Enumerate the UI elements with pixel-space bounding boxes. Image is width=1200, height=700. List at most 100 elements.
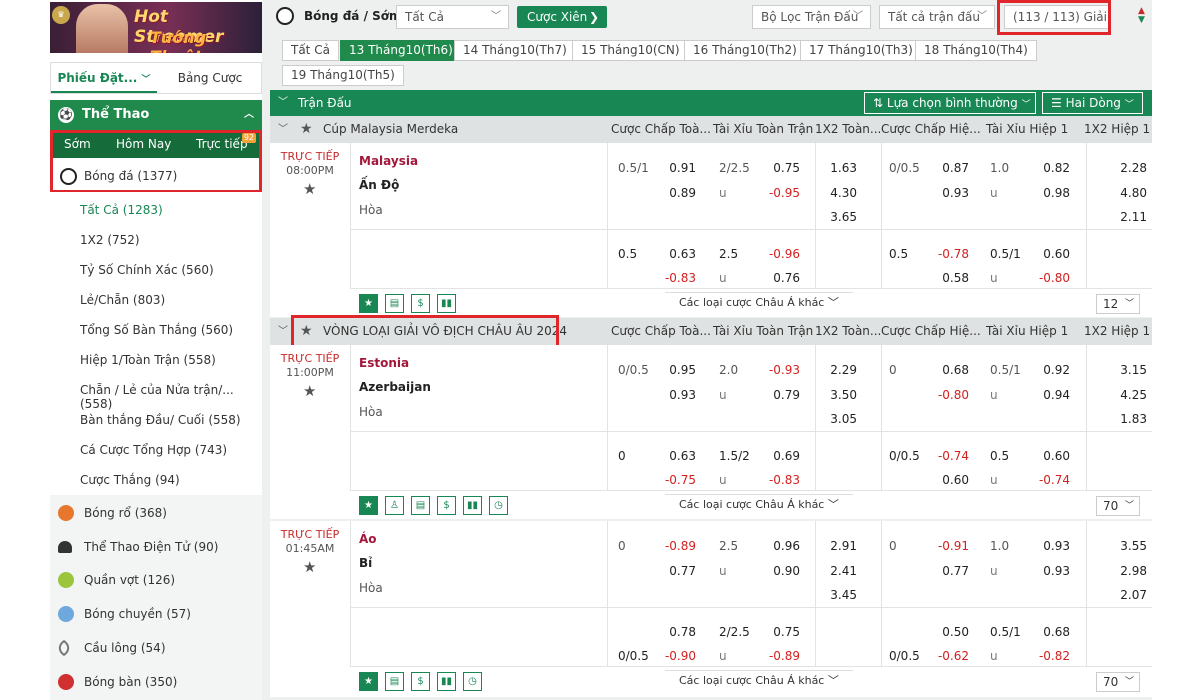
clock-icon[interactable]: ◷ [463,672,482,691]
odds-cell[interactable]: 0.60 [929,473,969,487]
odds-cell[interactable]: -0.78 [929,247,969,261]
odds-cell[interactable]: 2.98 [1105,564,1147,578]
odds-cell[interactable]: 2.41 [815,564,857,578]
date-tab-active[interactable]: 13 Tháng10(Th6) [340,40,462,61]
chevron-up-icon[interactable]: ︿ [244,100,254,130]
odds-cell[interactable]: 2.11 [1105,210,1147,224]
odds-cell[interactable]: 0.93 [656,388,696,402]
collapse-icon[interactable]: ﹀ [278,318,288,345]
odds-cell[interactable]: 0.93 [929,186,969,200]
more-asian-bets-link[interactable]: Các loại cược Châu Á khác ﹀ [665,292,853,311]
dollar-icon[interactable]: $ [411,294,430,313]
odds-cell[interactable]: 4.80 [1105,186,1147,200]
odds-cell[interactable]: 0.60 [1030,247,1070,261]
odds-cell[interactable]: 0.68 [929,363,969,377]
odds-cell[interactable]: -0.80 [929,388,969,402]
player-icon[interactable]: ♙ [385,496,404,515]
odds-cell[interactable]: 3.15 [1105,363,1147,377]
odds-cell[interactable]: 0.93 [1030,539,1070,553]
odds-cell[interactable]: 0.94 [1030,388,1070,402]
odds-cell[interactable]: -0.62 [929,649,969,663]
collapse-icon[interactable]: ﹀ [278,90,288,116]
odds-cell[interactable]: 4.30 [815,186,857,200]
odds-cell[interactable]: 0.58 [929,271,969,285]
league-header[interactable]: ﹀ ★ Cúp Malaysia Merdeka Cược Chấp Toà... Tà… [270,116,1152,143]
odds-cell[interactable]: 2.07 [1105,588,1147,602]
odds-cell[interactable]: 0.50 [929,625,969,639]
odds-cell[interactable]: -0.93 [760,363,800,377]
odds-cell[interactable]: 0.78 [656,625,696,639]
more-asian-bets-link[interactable]: Các loại cược Châu Á khác ﹀ [665,494,853,513]
sidebar-item-basketball[interactable]: Bóng rổ (368) [58,503,167,523]
submenu-item[interactable]: Lẻ/Chẵn (803) [80,293,165,307]
odds-type-select[interactable]: ⇅ Lựa chọn bình thường ﹀ [864,92,1036,114]
favorite-star-icon[interactable]: ★ [359,496,378,515]
odds-cell[interactable]: 0.91 [656,161,696,175]
sidebar-item-badminton[interactable]: Cầu lông (54) [55,638,166,658]
favorite-star-icon[interactable]: ★ [303,382,316,400]
market-filter-select[interactable]: Tất Cả ﹀ [396,5,509,29]
odds-cell[interactable]: 3.45 [815,588,857,602]
odds-cell[interactable]: -0.89 [656,539,696,553]
odds-cell[interactable]: -0.91 [929,539,969,553]
promo-banner[interactable]: ♛ Hot Streamer Tướng Thuật [50,2,262,53]
odds-cell[interactable]: -0.89 [760,649,800,663]
sports-header[interactable]: ⚽ Thể Thao ︿ [50,100,262,130]
sort-icon[interactable]: ▲ ▼ [1138,7,1145,25]
favorite-star-icon[interactable]: ★ [303,558,316,576]
sidebar-item-esports[interactable]: Thể Thao Điện Tử (90) [58,537,218,557]
odds-cell[interactable]: 3.05 [815,412,857,426]
odds-cell[interactable]: 3.65 [815,210,857,224]
odds-cell[interactable]: -0.82 [1030,649,1070,663]
odds-cell[interactable]: -0.80 [1030,271,1070,285]
odds-cell[interactable]: 0.93 [1030,564,1070,578]
favorite-star-icon[interactable]: ★ [359,672,378,691]
submenu-item[interactable]: Chẵn / Lẻ của Nửa trận/... (558) [80,383,262,411]
odds-cell[interactable]: 3.50 [815,388,857,402]
odds-cell[interactable]: 2.28 [1105,161,1147,175]
date-tab[interactable]: 16 Tháng10(Th2) [684,40,806,61]
odds-cell[interactable]: 0.89 [656,186,696,200]
tab-betslip[interactable]: Phiếu Đặt... ﹀ [51,63,157,93]
submenu-item[interactable]: Tỷ Số Chính Xác (560) [80,263,214,277]
clock-icon[interactable]: ◷ [489,496,508,515]
parlay-button[interactable]: Cược Xiên ❯ [517,6,607,28]
stats-icon[interactable]: ▮▮ [437,672,456,691]
stats-icon[interactable]: ▮▮ [463,496,482,515]
date-tab[interactable]: 14 Tháng10(Th7) [454,40,576,61]
more-markets-count[interactable]: 70 ﹀ [1096,672,1140,692]
sidebar-item-volleyball[interactable]: Bóng chuyền (57) [58,604,191,624]
odds-cell[interactable]: 0.63 [656,449,696,463]
stats-icon[interactable]: ▮▮ [437,294,456,313]
sidebar-item-table-tennis[interactable]: Bóng bàn (350) [58,672,177,692]
match-filter-select[interactable]: Bộ Lọc Trận Đấu ﹀ [752,5,871,29]
odds-cell[interactable]: 0.68 [1030,625,1070,639]
submenu-item[interactable]: 1X2 (752) [80,233,140,247]
odds-cell[interactable]: 0.63 [656,247,696,261]
odds-cell[interactable]: -0.96 [760,247,800,261]
tab-bet-list[interactable]: Bảng Cược [157,63,263,93]
odds-cell[interactable]: 0.96 [760,539,800,553]
odds-cell[interactable]: 1.63 [815,161,857,175]
odds-cell[interactable]: 0.98 [1030,186,1070,200]
odds-cell[interactable]: 1.83 [1105,412,1147,426]
odds-cell[interactable]: 0.75 [760,161,800,175]
submenu-item[interactable]: Hiệp 1/Toàn Trận (558) [80,353,216,367]
date-tab[interactable]: Tất Cả [282,40,339,61]
more-markets-count[interactable]: 70 ﹀ [1096,496,1140,516]
odds-cell[interactable]: -0.74 [929,449,969,463]
date-tab[interactable]: 19 Tháng10(Th5) [282,65,404,86]
sidebar-item-tennis[interactable]: Quần vợt (126) [58,570,175,590]
dollar-icon[interactable]: $ [411,672,430,691]
favorite-star-icon[interactable]: ★ [300,116,313,143]
submenu-item[interactable]: Tất Cả (1283) [80,203,163,217]
odds-cell[interactable]: -0.90 [656,649,696,663]
favorite-star-icon[interactable]: ★ [359,294,378,313]
submenu-item[interactable]: Tổng Số Bàn Thắng (560) [80,323,233,337]
odds-cell[interactable]: 0.87 [929,161,969,175]
submenu-item[interactable]: Bàn thắng Đầu/ Cuối (558) [80,413,241,427]
dollar-icon[interactable]: $ [437,496,456,515]
favorite-star-icon[interactable]: ★ [303,180,316,198]
odds-cell[interactable]: -0.74 [1030,473,1070,487]
scoreboard-icon[interactable]: ▤ [385,672,404,691]
